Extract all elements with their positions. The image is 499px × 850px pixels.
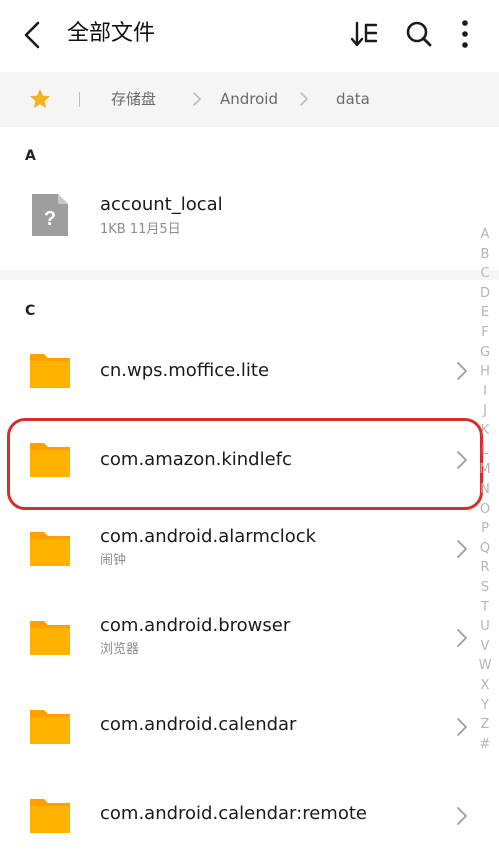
folder-icon [30, 443, 70, 477]
alphabet-index-letter[interactable]: K [481, 424, 490, 438]
breadcrumb-item-data[interactable]: data [336, 89, 370, 109]
folder-name: com.amazon.kindlefc [100, 449, 292, 470]
folder-icon [30, 354, 70, 388]
list-item-folder[interactable]: com.android.browser 浏览器 [0, 593, 470, 681]
breadcrumb-item-storage[interactable]: 存储盘 [111, 89, 156, 109]
search-icon [406, 21, 432, 47]
file-name: account_local [100, 194, 223, 215]
page-title: 全部文件 [67, 21, 156, 46]
more-vertical-icon [462, 20, 468, 48]
favorites-button[interactable] [28, 87, 52, 111]
file-manager-screen: 全部文件 存储盘 Android data A ? account_local … [0, 0, 499, 850]
folder-icon [30, 621, 70, 655]
alphabet-index-letter[interactable]: W [479, 659, 492, 673]
section-header-a: A [25, 148, 36, 164]
alphabet-index-letter[interactable]: E [481, 306, 489, 320]
alphabet-index-letter[interactable]: L [481, 443, 488, 458]
alphabet-index-letter[interactable]: D [480, 286, 490, 301]
alphabet-index-letter[interactable]: J [483, 404, 487, 418]
alphabet-index-letter[interactable]: B [481, 247, 490, 262]
svg-text:?: ? [44, 208, 56, 230]
alphabet-index-letter[interactable]: I [483, 384, 487, 399]
alphabet-index-letter[interactable]: A [481, 228, 490, 242]
folder-name: com.android.alarmclock [100, 526, 317, 547]
list-item-folder[interactable]: com.android.calendar:remote [0, 771, 470, 850]
alphabet-index-letter[interactable]: H [480, 365, 490, 379]
list-item-folder[interactable]: com.amazon.kindlefc [0, 415, 470, 503]
folder-icon [30, 532, 70, 566]
folder-name: com.android.calendar [100, 714, 297, 735]
alphabet-index-letter[interactable]: O [480, 502, 490, 517]
alphabet-index-letter[interactable]: S [481, 580, 489, 595]
back-button[interactable] [18, 18, 48, 52]
breadcrumb-item-android[interactable]: Android [220, 89, 278, 109]
list-item-file[interactable]: ? account_local 1KB 11月5日 [0, 171, 470, 259]
unknown-file-icon: ? [32, 194, 68, 236]
breadcrumb-divider [79, 92, 80, 107]
section-divider [0, 270, 499, 280]
alphabet-index-letter[interactable]: Q [480, 541, 490, 556]
alphabet-index-letter[interactable]: R [480, 561, 489, 575]
alphabet-index-letter[interactable]: # [480, 737, 491, 752]
chevron-right-icon [457, 451, 467, 469]
chevron-right-icon [457, 540, 467, 558]
chevron-left-icon [24, 21, 40, 49]
alphabet-index-letter[interactable]: T [481, 600, 489, 615]
breadcrumb: 存储盘 Android data [0, 72, 499, 127]
alphabet-index-letter[interactable]: X [481, 679, 490, 693]
alphabet-index-letter[interactable]: P [481, 522, 489, 536]
sort-button[interactable] [349, 17, 383, 51]
chevron-right-icon [300, 92, 308, 106]
alphabet-index-letter[interactable]: C [480, 267, 489, 281]
alphabet-index-scrollbar[interactable]: A B C D E F G H I J K L M N O P Q R S T U V W X Y Z # [475, 228, 495, 752]
more-options-button[interactable] [453, 17, 487, 51]
file-meta: 1KB 11月5日 [100, 222, 181, 237]
folder-name: cn.wps.moffice.lite [100, 360, 270, 381]
folder-app-label: 浏览器 [100, 642, 140, 657]
list-item-folder[interactable]: com.android.calendar [0, 682, 470, 770]
alphabet-index-letter[interactable]: M [479, 463, 490, 477]
alphabet-index-letter[interactable]: Y [481, 698, 489, 713]
chevron-right-icon [457, 362, 467, 380]
sort-icon [350, 21, 378, 47]
folder-name: com.android.browser [100, 615, 291, 636]
search-button[interactable] [402, 17, 436, 51]
folder-app-label: 闹钟 [100, 553, 127, 568]
top-app-bar: 全部文件 [0, 0, 499, 70]
alphabet-index-letter[interactable]: N [480, 482, 490, 497]
alphabet-index-letter[interactable]: U [480, 620, 490, 634]
alphabet-index-letter[interactable]: V [481, 639, 490, 654]
list-item-folder[interactable]: cn.wps.moffice.lite [0, 326, 470, 414]
chevron-right-icon [457, 807, 467, 825]
list-item-folder[interactable]: com.android.alarmclock 闹钟 [0, 504, 470, 592]
alphabet-index-letter[interactable]: F [481, 326, 488, 340]
folder-icon [30, 799, 70, 833]
star-icon [30, 89, 50, 108]
chevron-right-icon [457, 629, 467, 647]
chevron-right-icon [193, 92, 201, 106]
alphabet-index-letter[interactable]: Z [481, 718, 490, 732]
folder-name: com.android.calendar:remote [100, 803, 367, 824]
alphabet-index-letter[interactable]: G [480, 345, 490, 360]
section-header-c: C [25, 303, 36, 319]
chevron-right-icon [457, 718, 467, 736]
folder-icon [30, 710, 70, 744]
